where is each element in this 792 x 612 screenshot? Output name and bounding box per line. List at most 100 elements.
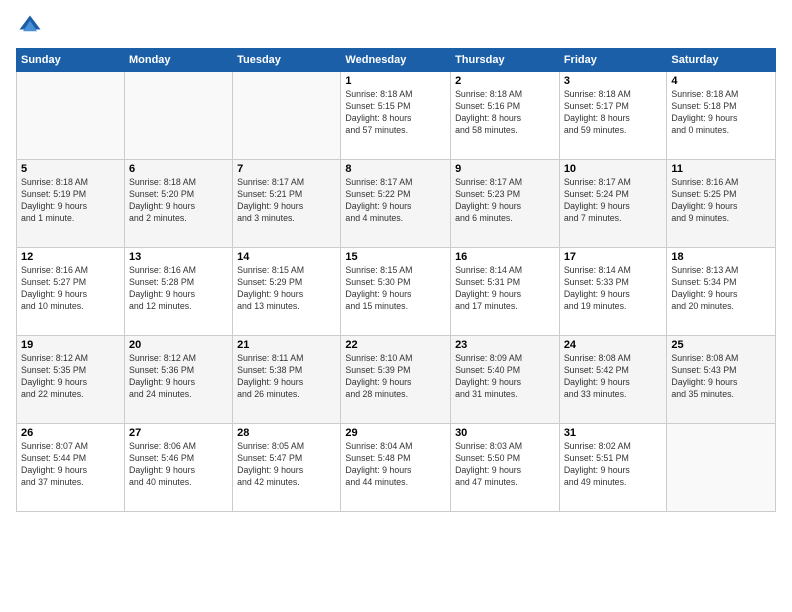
day-number: 16 xyxy=(455,251,555,263)
day-number: 13 xyxy=(129,251,228,263)
day-info: Sunrise: 8:07 AM Sunset: 5:44 PM Dayligh… xyxy=(21,441,120,489)
calendar-header-row: SundayMondayTuesdayWednesdayThursdayFrid… xyxy=(17,49,776,72)
calendar-cell: 7 Sunrise: 8:17 AM Sunset: 5:21 PM Daylig… xyxy=(233,160,341,248)
day-number: 7 xyxy=(237,163,336,175)
calendar-cell: 22 Sunrise: 8:10 AM Sunset: 5:39 PM Dayli… xyxy=(341,336,451,424)
header xyxy=(16,12,776,40)
calendar-cell: 18 Sunrise: 8:13 AM Sunset: 5:34 PM Dayli… xyxy=(667,248,776,336)
calendar-day-header: Sunday xyxy=(17,49,125,72)
day-info: Sunrise: 8:18 AM Sunset: 5:17 PM Dayligh… xyxy=(564,89,663,137)
day-number: 15 xyxy=(345,251,446,263)
day-info: Sunrise: 8:17 AM Sunset: 5:23 PM Dayligh… xyxy=(455,177,555,225)
day-number: 14 xyxy=(237,251,336,263)
calendar-cell: 2 Sunrise: 8:18 AM Sunset: 5:16 PM Daylig… xyxy=(451,72,560,160)
calendar-week-row: 1 Sunrise: 8:18 AM Sunset: 5:15 PM Daylig… xyxy=(17,72,776,160)
calendar-cell: 14 Sunrise: 8:15 AM Sunset: 5:29 PM Dayli… xyxy=(233,248,341,336)
day-number: 23 xyxy=(455,339,555,351)
day-info: Sunrise: 8:04 AM Sunset: 5:48 PM Dayligh… xyxy=(345,441,446,489)
calendar-cell: 23 Sunrise: 8:09 AM Sunset: 5:40 PM Dayli… xyxy=(451,336,560,424)
calendar-cell: 17 Sunrise: 8:14 AM Sunset: 5:33 PM Dayli… xyxy=(559,248,667,336)
calendar-day-header: Tuesday xyxy=(233,49,341,72)
day-info: Sunrise: 8:18 AM Sunset: 5:16 PM Dayligh… xyxy=(455,89,555,137)
page: SundayMondayTuesdayWednesdayThursdayFrid… xyxy=(0,0,792,612)
calendar-cell: 4 Sunrise: 8:18 AM Sunset: 5:18 PM Daylig… xyxy=(667,72,776,160)
day-number: 2 xyxy=(455,75,555,87)
calendar-cell: 29 Sunrise: 8:04 AM Sunset: 5:48 PM Dayli… xyxy=(341,424,451,512)
day-number: 18 xyxy=(671,251,771,263)
calendar-cell: 16 Sunrise: 8:14 AM Sunset: 5:31 PM Dayli… xyxy=(451,248,560,336)
calendar-cell: 28 Sunrise: 8:05 AM Sunset: 5:47 PM Dayli… xyxy=(233,424,341,512)
day-number: 28 xyxy=(237,427,336,439)
calendar-cell: 24Sunrise: 8:08 AM Sunset: 5:42 PM Dayli… xyxy=(559,336,667,424)
day-number: 8 xyxy=(345,163,446,175)
day-info: Sunrise: 8:14 AM Sunset: 5:31 PM Dayligh… xyxy=(455,265,555,313)
day-number: 1 xyxy=(345,75,446,87)
day-info: Sunrise: 8:18 AM Sunset: 5:15 PM Dayligh… xyxy=(345,89,446,137)
day-number: 10 xyxy=(564,163,663,175)
calendar-cell: 10 Sunrise: 8:17 AM Sunset: 5:24 PM Dayli… xyxy=(559,160,667,248)
day-number: 6 xyxy=(129,163,228,175)
day-info: Sunrise: 8:12 AM Sunset: 5:35 PM Dayligh… xyxy=(21,353,120,401)
day-info: Sunrise: 8:03 AM Sunset: 5:50 PM Dayligh… xyxy=(455,441,555,489)
calendar-cell xyxy=(124,72,232,160)
day-info: Sunrise: 8:15 AM Sunset: 5:29 PM Dayligh… xyxy=(237,265,336,313)
calendar-cell: 9 Sunrise: 8:17 AM Sunset: 5:23 PM Daylig… xyxy=(451,160,560,248)
day-info: Sunrise: 8:16 AM Sunset: 5:27 PM Dayligh… xyxy=(21,265,120,313)
day-info: Sunrise: 8:08 AM Sunset: 5:43 PM Dayligh… xyxy=(671,353,771,401)
day-number: 19 xyxy=(21,339,120,351)
day-number: 5 xyxy=(21,163,120,175)
calendar-cell: 27Sunrise: 8:06 AM Sunset: 5:46 PM Dayli… xyxy=(124,424,232,512)
day-number: 31 xyxy=(564,427,663,439)
calendar-day-header: Thursday xyxy=(451,49,560,72)
day-number: 12 xyxy=(21,251,120,263)
day-info: Sunrise: 8:08 AM Sunset: 5:42 PM Dayligh… xyxy=(564,353,663,401)
calendar: SundayMondayTuesdayWednesdayThursdayFrid… xyxy=(16,48,776,512)
day-info: Sunrise: 8:14 AM Sunset: 5:33 PM Dayligh… xyxy=(564,265,663,313)
day-info: Sunrise: 8:17 AM Sunset: 5:21 PM Dayligh… xyxy=(237,177,336,225)
day-number: 21 xyxy=(237,339,336,351)
day-info: Sunrise: 8:16 AM Sunset: 5:25 PM Dayligh… xyxy=(671,177,771,225)
day-info: Sunrise: 8:15 AM Sunset: 5:30 PM Dayligh… xyxy=(345,265,446,313)
day-info: Sunrise: 8:09 AM Sunset: 5:40 PM Dayligh… xyxy=(455,353,555,401)
day-info: Sunrise: 8:10 AM Sunset: 5:39 PM Dayligh… xyxy=(345,353,446,401)
calendar-week-row: 19 Sunrise: 8:12 AM Sunset: 5:35 PM Dayli… xyxy=(17,336,776,424)
logo xyxy=(16,12,48,40)
calendar-cell: 8 Sunrise: 8:17 AM Sunset: 5:22 PM Daylig… xyxy=(341,160,451,248)
day-number: 9 xyxy=(455,163,555,175)
day-number: 26 xyxy=(21,427,120,439)
day-info: Sunrise: 8:17 AM Sunset: 5:24 PM Dayligh… xyxy=(564,177,663,225)
calendar-cell: 6Sunrise: 8:18 AM Sunset: 5:20 PM Daylig… xyxy=(124,160,232,248)
calendar-cell: 31 Sunrise: 8:02 AM Sunset: 5:51 PM Dayli… xyxy=(559,424,667,512)
calendar-day-header: Friday xyxy=(559,49,667,72)
day-number: 20 xyxy=(129,339,228,351)
day-number: 27 xyxy=(129,427,228,439)
day-info: Sunrise: 8:02 AM Sunset: 5:51 PM Dayligh… xyxy=(564,441,663,489)
day-number: 29 xyxy=(345,427,446,439)
calendar-cell: 25Sunrise: 8:08 AM Sunset: 5:43 PM Dayli… xyxy=(667,336,776,424)
calendar-week-row: 26 Sunrise: 8:07 AM Sunset: 5:44 PM Dayli… xyxy=(17,424,776,512)
day-number: 4 xyxy=(671,75,771,87)
calendar-week-row: 5 Sunrise: 8:18 AM Sunset: 5:19 PM Daylig… xyxy=(17,160,776,248)
day-number: 17 xyxy=(564,251,663,263)
calendar-cell: 12 Sunrise: 8:16 AM Sunset: 5:27 PM Dayli… xyxy=(17,248,125,336)
calendar-cell: 26 Sunrise: 8:07 AM Sunset: 5:44 PM Dayli… xyxy=(17,424,125,512)
calendar-day-header: Saturday xyxy=(667,49,776,72)
day-number: 30 xyxy=(455,427,555,439)
calendar-cell: 3 Sunrise: 8:18 AM Sunset: 5:17 PM Daylig… xyxy=(559,72,667,160)
calendar-cell: 11Sunrise: 8:16 AM Sunset: 5:25 PM Dayli… xyxy=(667,160,776,248)
calendar-cell: 30 Sunrise: 8:03 AM Sunset: 5:50 PM Dayli… xyxy=(451,424,560,512)
day-info: Sunrise: 8:17 AM Sunset: 5:22 PM Dayligh… xyxy=(345,177,446,225)
day-info: Sunrise: 8:05 AM Sunset: 5:47 PM Dayligh… xyxy=(237,441,336,489)
day-number: 3 xyxy=(564,75,663,87)
calendar-cell: 21 Sunrise: 8:11 AM Sunset: 5:38 PM Dayli… xyxy=(233,336,341,424)
calendar-cell: 1 Sunrise: 8:18 AM Sunset: 5:15 PM Daylig… xyxy=(341,72,451,160)
calendar-cell: 5 Sunrise: 8:18 AM Sunset: 5:19 PM Daylig… xyxy=(17,160,125,248)
day-info: Sunrise: 8:18 AM Sunset: 5:18 PM Dayligh… xyxy=(671,89,771,137)
day-info: Sunrise: 8:18 AM Sunset: 5:19 PM Dayligh… xyxy=(21,177,120,225)
day-info: Sunrise: 8:11 AM Sunset: 5:38 PM Dayligh… xyxy=(237,353,336,401)
calendar-week-row: 12 Sunrise: 8:16 AM Sunset: 5:27 PM Dayli… xyxy=(17,248,776,336)
day-info: Sunrise: 8:13 AM Sunset: 5:34 PM Dayligh… xyxy=(671,265,771,313)
logo-icon xyxy=(16,12,44,40)
calendar-day-header: Wednesday xyxy=(341,49,451,72)
day-number: 22 xyxy=(345,339,446,351)
